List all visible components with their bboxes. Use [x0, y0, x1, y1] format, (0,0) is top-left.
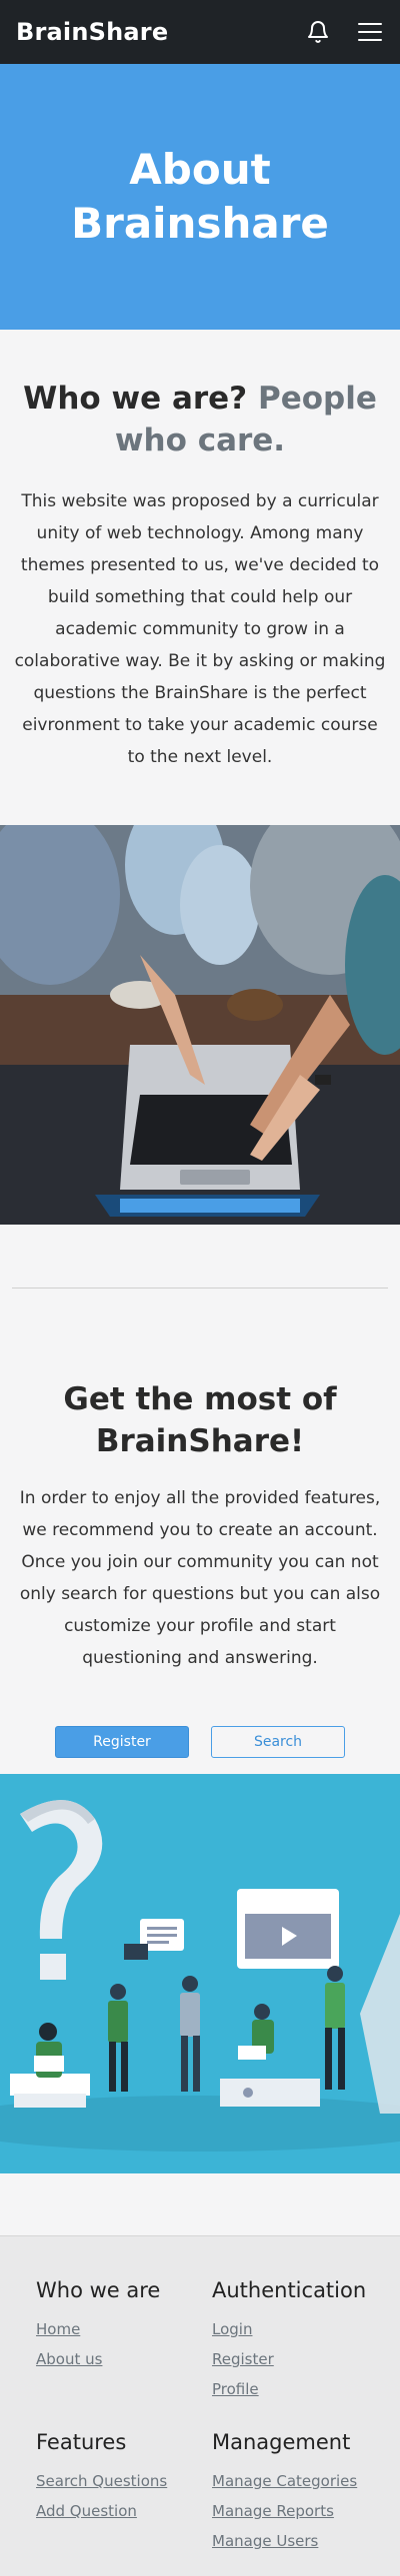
footer-link-add-question[interactable]: Add Question [36, 2496, 212, 2526]
footer-link-profile[interactable]: Profile [212, 2374, 388, 2404]
getmost-section: Get the most of BrainShare! In order to … [0, 1288, 400, 1758]
about-heading: Who we are? People who care. [12, 378, 388, 461]
footer: Who we are Home About us Authentication … [0, 2235, 400, 2576]
footer-heading: Management [212, 2430, 351, 2454]
about-heading-main: Who we are? [23, 381, 248, 417]
footer-link-manage-users[interactable]: Manage Users [212, 2526, 388, 2556]
getmost-heading: Get the most of BrainShare! [63, 1381, 337, 1459]
footer-link-manage-categories[interactable]: Manage Categories [212, 2466, 388, 2496]
hero-banner: About Brainshare [0, 64, 400, 330]
about-section: Who we are? People who care. This websit… [0, 330, 400, 825]
footer-link-register[interactable]: Register [212, 2344, 388, 2374]
footer-link-manage-reports[interactable]: Manage Reports [212, 2496, 388, 2526]
footer-col-who-we-are: Who we are Home About us [36, 2278, 212, 2404]
cta-buttons: Register Search [12, 1726, 388, 1758]
footer-link-home[interactable]: Home [36, 2314, 212, 2344]
hamburger-menu-icon[interactable] [356, 18, 384, 46]
footer-heading: Authentication [212, 2278, 367, 2302]
footer-heading: Features [36, 2430, 127, 2454]
footer-link-search-questions[interactable]: Search Questions [36, 2466, 212, 2496]
register-button[interactable]: Register [55, 1726, 189, 1758]
team-laptop-photo [0, 825, 400, 1225]
footer-col-management: Management Manage Categories Manage Repo… [212, 2430, 388, 2556]
brand-logo[interactable]: BrainShare [16, 18, 168, 46]
footer-col-authentication: Authentication Login Register Profile [212, 2278, 388, 2404]
nav-actions [304, 18, 384, 46]
footer-col-features: Features Search Questions Add Question [36, 2430, 212, 2556]
footer-link-about-us[interactable]: About us [36, 2344, 212, 2374]
footer-link-login[interactable]: Login [212, 2314, 388, 2344]
navbar: BrainShare [0, 0, 400, 64]
footer-heading: Who we are [36, 2278, 161, 2302]
bell-icon[interactable] [304, 18, 332, 46]
about-text: This website was proposed by a curricula… [14, 491, 386, 767]
footer-spacer [0, 2173, 400, 2235]
page-title: About Brainshare [71, 145, 329, 248]
getmost-text: In order to enjoy all the provided featu… [19, 1488, 381, 1668]
community-illustration [0, 1774, 400, 2173]
search-button[interactable]: Search [211, 1726, 345, 1758]
